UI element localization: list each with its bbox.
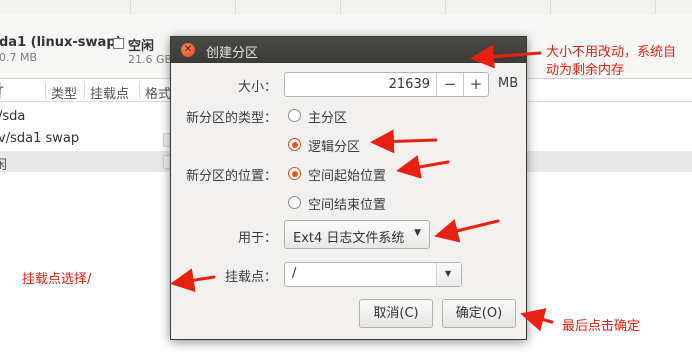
arrow-to-size (470, 44, 542, 69)
arrow-to-ok (520, 308, 554, 332)
arrow-to-mount (170, 268, 216, 293)
arrow-to-space-start (396, 155, 450, 179)
annotation-arrows (170, 44, 554, 332)
arrow-to-logical (370, 129, 438, 154)
arrow-to-filesystem (434, 219, 500, 243)
